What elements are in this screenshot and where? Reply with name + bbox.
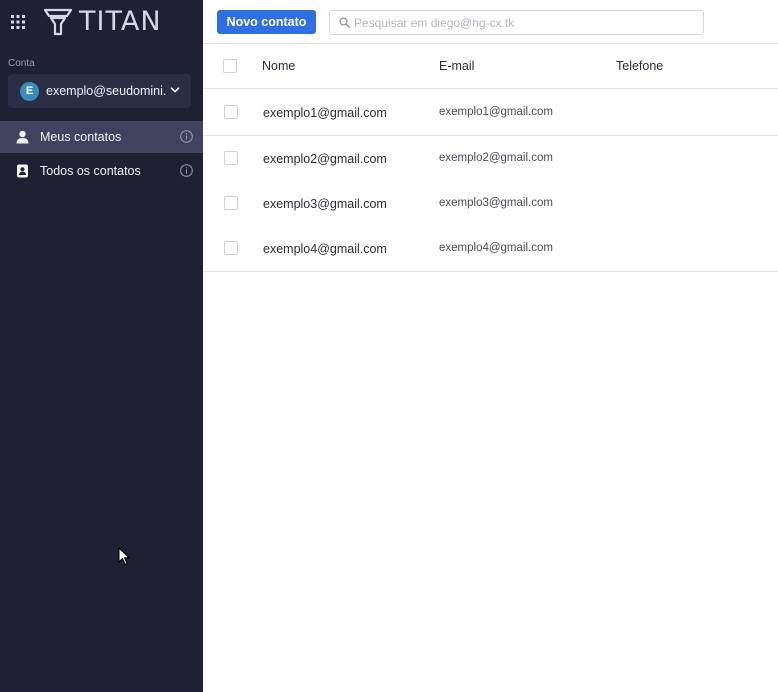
row-checkbox[interactable] xyxy=(224,105,238,119)
new-contact-button[interactable]: Novo contato xyxy=(217,10,316,34)
column-header-email[interactable]: E-mail xyxy=(439,59,474,73)
sidebar-item-meus-contatos[interactable]: Meus contatos xyxy=(0,121,203,153)
column-header-nome[interactable]: Nome xyxy=(262,59,295,73)
row-checkbox[interactable] xyxy=(224,196,238,210)
sidebar-header: TITAN xyxy=(0,0,203,44)
account-label: Conta xyxy=(8,58,35,69)
avatar: E xyxy=(20,81,39,101)
info-icon[interactable] xyxy=(180,164,193,177)
sidebar: TITAN Conta E exemplo@seudomini... Meus … xyxy=(0,0,203,692)
search-box[interactable] xyxy=(329,10,704,35)
column-header-telefone[interactable]: Telefone xyxy=(616,59,663,73)
logo-text: TITAN xyxy=(79,6,162,37)
contact-name: exemplo4@gmail.com xyxy=(263,242,387,256)
table-row[interactable]: exemplo2@gmail.com exemplo2@gmail.com xyxy=(203,136,778,182)
contact-name: exemplo3@gmail.com xyxy=(263,197,387,211)
contact-email: exemplo3@gmail.com xyxy=(439,197,553,209)
sidebar-item-label: Todos os contatos xyxy=(40,164,141,178)
row-checkbox[interactable] xyxy=(224,241,238,255)
info-icon[interactable] xyxy=(180,130,193,143)
search-icon xyxy=(339,17,350,28)
sidebar-item-label: Meus contatos xyxy=(40,130,122,144)
account-email: exemplo@seudomini... xyxy=(46,84,166,98)
contact-name: exemplo2@gmail.com xyxy=(263,152,387,166)
row-checkbox[interactable] xyxy=(224,151,238,165)
sidebar-item-todos-os-contatos[interactable]: Todos os contatos xyxy=(0,155,203,187)
main-panel: Novo contato Nome E-mail Telefone exempl… xyxy=(203,0,778,692)
table-row[interactable]: exemplo1@gmail.com exemplo1@gmail.com xyxy=(203,90,778,136)
chevron-down-icon xyxy=(170,87,180,93)
table-row[interactable]: exemplo4@gmail.com exemplo4@gmail.com xyxy=(203,226,778,272)
titan-logo-icon xyxy=(43,8,73,36)
contact-email: exemplo2@gmail.com xyxy=(439,152,553,164)
titan-logo: TITAN xyxy=(43,7,162,37)
table-row[interactable]: exemplo3@gmail.com exemplo3@gmail.com xyxy=(203,181,778,227)
mouse-cursor-icon xyxy=(118,547,130,565)
table-header: Nome E-mail Telefone xyxy=(203,45,778,89)
contact-name: exemplo1@gmail.com xyxy=(263,106,387,120)
account-selector[interactable]: E exemplo@seudomini... xyxy=(8,74,191,108)
person-icon xyxy=(16,130,29,144)
toolbar: Novo contato xyxy=(203,0,778,44)
contact-email: exemplo4@gmail.com xyxy=(439,242,553,254)
contact-email: exemplo1@gmail.com xyxy=(439,106,553,118)
select-all-checkbox[interactable] xyxy=(223,59,237,73)
contacts-book-icon xyxy=(17,164,28,178)
search-input[interactable] xyxy=(354,14,694,31)
app-grid-icon[interactable] xyxy=(11,15,25,29)
